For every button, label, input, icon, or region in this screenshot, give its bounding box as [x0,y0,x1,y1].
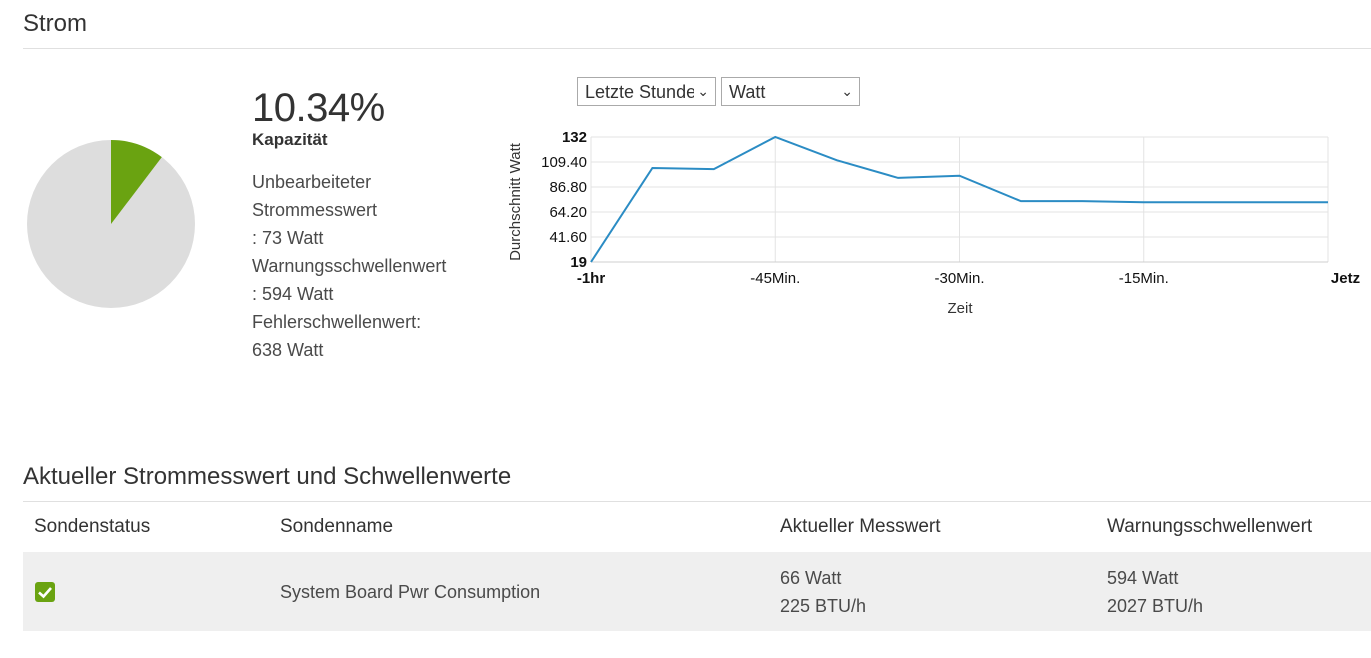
x-tick-label: Jetzt [1331,270,1360,287]
x-axis-label: Zeit [947,300,973,317]
power-line-chart: 132 109.40 86.80 64.20 41.60 19 -1hr -45Min. -3… [507,129,1360,317]
status-ok-icon [35,582,55,602]
col-header-status: Sondenstatus [34,516,151,537]
title-divider [23,48,1371,49]
power-info: Unbearbeiteter Strommesswert : 73 Watt W… [252,168,446,364]
reading-btu: 225 BTU/h [780,596,867,616]
error-threshold-label: Fehlerschwellenwert: [252,312,422,332]
raw-reading-label: Unbearbeiteter [252,172,372,192]
time-range-select[interactable]: Letzte Stunde ⌄ [577,77,716,106]
x-tick-label: -15Min. [1119,270,1169,287]
y-tick-label: 19 [570,254,587,271]
error-threshold-value: 638 Watt [252,340,324,360]
section-title: Aktueller Strommesswert und Schwellenwer… [23,463,512,490]
y-tick-label: 41.60 [549,229,587,246]
y-axis-label: Durchschnitt Watt [507,142,524,261]
warning-threshold-label: Warnungsschwellenwert [252,256,447,276]
capacity-pie-chart [27,140,195,308]
capacity-percent: 10.34% [252,86,385,130]
section-divider [23,501,1371,502]
x-tick-label: -1hr [577,270,606,287]
chevron-down-icon: ⌄ [841,83,853,99]
unit-value: Watt [729,82,766,102]
warning-btu: 2027 BTU/h [1107,596,1204,616]
probe-name: System Board Pwr Consumption [280,582,541,602]
raw-reading-value: : 73 Watt [252,228,324,248]
x-tick-label: -30Min. [934,270,984,287]
y-tick-label: 86.80 [549,179,587,196]
col-header-warning: Warnungsschwellenwert [1107,516,1313,537]
warning-threshold-value: : 594 Watt [252,284,334,304]
chevron-down-icon: ⌄ [694,83,709,100]
x-tick-label: -45Min. [750,270,800,287]
page-title: Strom [23,10,88,37]
col-header-name: Sondenname [280,516,394,537]
table-row: System Board Pwr Consumption 66 Watt 225… [23,552,1371,631]
unit-select[interactable]: Watt ⌄ [721,77,860,106]
reading-watt: 66 Watt [780,568,842,588]
col-header-reading: Aktueller Messwert [780,516,941,537]
time-range-value: Letzte Stunde [585,82,697,102]
y-tick-label: 109.40 [541,154,587,171]
capacity-label: Kapazität [252,130,328,149]
raw-reading-label-2: Strommesswert [252,200,378,220]
y-tick-label: 64.20 [549,204,587,221]
y-tick-label: 132 [562,129,587,146]
warning-watt: 594 Watt [1107,568,1179,588]
